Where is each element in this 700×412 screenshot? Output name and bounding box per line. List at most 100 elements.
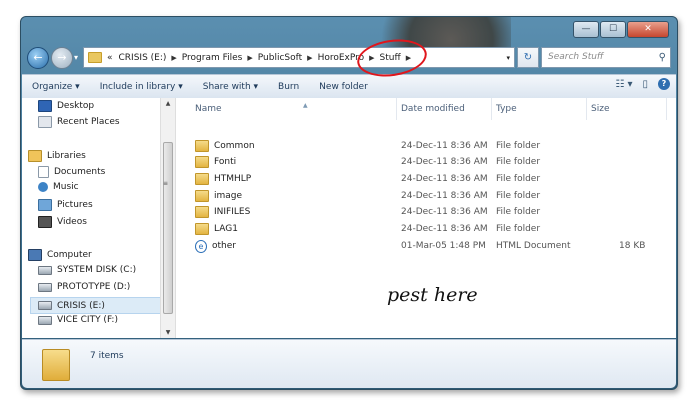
column-header-label: Name (195, 104, 222, 114)
help-icon[interactable]: ? (658, 78, 670, 90)
forward-button[interactable]: → (51, 47, 73, 69)
column-header-name[interactable]: ▲ Name (191, 98, 397, 120)
breadcrumb-program-files[interactable]: Program Files (181, 53, 244, 63)
file-row[interactable]: e other 01-Mar-05 1:48 PM HTML Document 1… (177, 238, 676, 254)
burn-button[interactable]: Burn (268, 82, 309, 92)
sidebar-item-recent-places[interactable]: Recent Places (38, 116, 120, 128)
recent-places-icon (38, 116, 52, 128)
file-type: File folder (496, 157, 541, 167)
file-name: image (214, 191, 243, 201)
file-date: 24-Dec-11 8:36 AM (401, 207, 488, 217)
navigation-bar: ← → ▾ « CRISIS (E:) ▶ Program Files ▶ Pu… (27, 47, 671, 69)
sidebar-item-music[interactable]: Music (38, 182, 79, 192)
search-placeholder: Search Stuff (548, 52, 604, 62)
videos-icon (38, 216, 52, 228)
file-name: HTMHLP (214, 174, 252, 184)
column-header-label: Date modified (401, 104, 465, 114)
change-view-icon[interactable]: ☷ ▾ (615, 79, 632, 90)
search-input[interactable]: Search Stuff ⚲ (541, 47, 671, 68)
file-size: 18 KB (619, 241, 646, 251)
minimize-button[interactable]: — (573, 21, 599, 38)
new-folder-button[interactable]: New folder (309, 82, 378, 92)
file-row[interactable]: image 24-Dec-11 8:36 AM File folder (177, 188, 676, 204)
desktop-icon (38, 100, 52, 112)
file-type: File folder (496, 191, 541, 201)
share-with-menu[interactable]: Share with ▾ (193, 82, 268, 92)
sidebar-item-pictures[interactable]: Pictures (38, 199, 93, 211)
sidebar-item-label: CRISIS (E:) (57, 300, 105, 311)
sidebar-item-label: Computer (47, 250, 92, 260)
music-icon (38, 182, 48, 192)
sidebar-item-label: SYSTEM DISK (C:) (57, 265, 137, 275)
sidebar-item-documents[interactable]: Documents (38, 166, 105, 178)
file-name: other (212, 241, 236, 251)
back-arrow-icon: ← (33, 51, 43, 64)
sidebar-item-label: PROTOTYPE (D:) (57, 282, 131, 292)
column-header-size[interactable]: Size (587, 98, 667, 120)
sidebar-item-crisis[interactable]: CRISIS (E:) (30, 297, 165, 314)
refresh-icon: ↻ (523, 52, 533, 63)
sidebar-item-vice-city[interactable]: VICE CITY (F:) (38, 315, 118, 325)
libraries-icon (28, 150, 42, 162)
sidebar-item-label: Pictures (57, 200, 93, 210)
paste-here-annotation: pest here (387, 284, 478, 306)
navigation-pane: Desktop Recent Places Libraries Document… (22, 98, 165, 338)
preview-pane-icon[interactable]: ▯ (642, 79, 648, 90)
column-header-type[interactable]: Type (492, 98, 587, 120)
sidebar-item-prototype[interactable]: PROTOTYPE (D:) (38, 282, 130, 292)
recent-pages-dropdown[interactable]: ▾ (74, 53, 78, 62)
folder-icon (195, 223, 209, 235)
file-row[interactable]: Common 24-Dec-11 8:36 AM File folder (177, 138, 676, 154)
refresh-button[interactable]: ↻ (517, 47, 539, 68)
drive-icon (38, 301, 52, 310)
sidebar-item-videos[interactable]: Videos (38, 216, 87, 228)
sidebar-item-libraries[interactable]: Libraries (28, 150, 86, 162)
sidebar-item-label: Recent Places (57, 117, 120, 127)
sidebar-item-computer[interactable]: Computer (28, 249, 92, 261)
column-header-date[interactable]: Date modified (397, 98, 492, 120)
close-button[interactable]: ✕ (627, 21, 669, 38)
scroll-down-icon[interactable]: ▼ (161, 329, 175, 336)
folder-icon (42, 349, 70, 381)
file-row[interactable]: INIFILES 24-Dec-11 8:36 AM File folder (177, 204, 676, 220)
sidebar-item-label: Videos (57, 217, 87, 227)
folder-icon (88, 52, 102, 63)
scrollbar-thumb[interactable] (163, 142, 173, 314)
scrollbar-grip-icon: ≡ (163, 180, 169, 187)
navigation-scrollbar[interactable]: ▲ ≡ ▼ (160, 98, 176, 338)
include-in-library-menu[interactable]: Include in library ▾ (90, 82, 193, 92)
hard-drive-icon (38, 265, 52, 275)
address-bar[interactable]: « CRISIS (E:) ▶ Program Files ▶ PublicSo… (83, 47, 515, 68)
file-type: File folder (496, 207, 541, 217)
back-button[interactable]: ← (27, 47, 49, 69)
file-row[interactable]: HTMHLP 24-Dec-11 8:36 AM File folder (177, 171, 676, 187)
file-name: LAG1 (214, 224, 238, 234)
organize-menu[interactable]: Organize ▾ (22, 82, 90, 92)
breadcrumb-crisis[interactable]: CRISIS (E:) (118, 53, 168, 63)
file-date: 24-Dec-11 8:36 AM (401, 174, 488, 184)
file-row[interactable]: LAG1 24-Dec-11 8:36 AM File folder (177, 221, 676, 237)
address-dropdown-icon[interactable]: ▾ (506, 54, 510, 62)
file-date: 24-Dec-11 8:36 AM (401, 141, 488, 151)
file-row[interactable]: Fonti 24-Dec-11 8:36 AM File folder (177, 154, 676, 170)
breadcrumb-separator-icon[interactable]: ▶ (247, 54, 252, 62)
breadcrumb-publicsoft[interactable]: PublicSoft (257, 53, 303, 63)
sidebar-item-label: VICE CITY (F:) (57, 315, 118, 325)
file-type: File folder (496, 224, 541, 234)
item-count: 7 items (90, 351, 124, 361)
maximize-button[interactable]: ☐ (600, 21, 626, 38)
column-header-label: Size (591, 104, 610, 114)
explorer-window: — ☐ ✕ ← → ▾ « CRISIS (E:) ▶ Program File… (20, 16, 678, 390)
sidebar-item-label: Desktop (57, 101, 95, 111)
breadcrumb-overflow[interactable]: « (106, 53, 114, 63)
breadcrumb-separator-icon[interactable]: ▶ (307, 54, 312, 62)
content-area: Desktop Recent Places Libraries Document… (22, 98, 676, 338)
scroll-up-icon[interactable]: ▲ (161, 100, 175, 107)
breadcrumb-separator-icon[interactable]: ▶ (171, 54, 176, 62)
file-name: Fonti (214, 157, 237, 167)
sidebar-item-desktop[interactable]: Desktop (38, 100, 94, 112)
sidebar-item-system-disk[interactable]: SYSTEM DISK (C:) (38, 265, 136, 275)
folder-icon (195, 156, 209, 168)
search-icon[interactable]: ⚲ (659, 48, 666, 67)
file-date: 01-Mar-05 1:48 PM (401, 241, 486, 251)
